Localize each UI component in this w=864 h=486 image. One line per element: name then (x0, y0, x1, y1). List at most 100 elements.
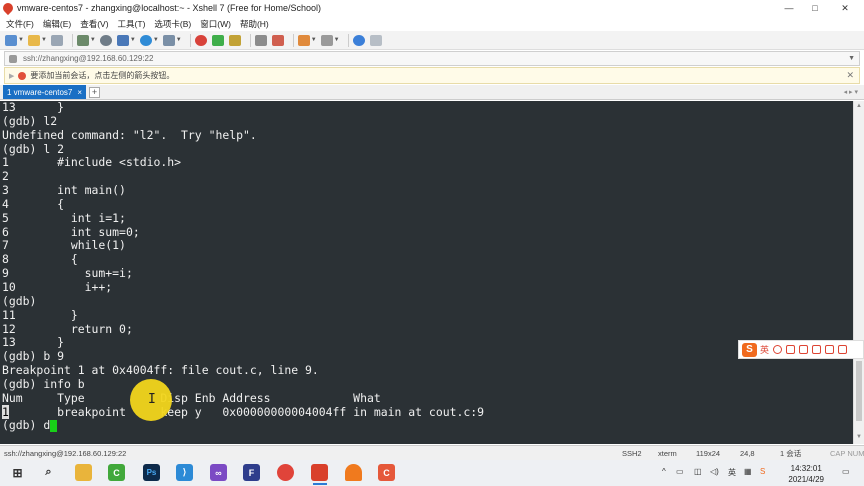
minimize-button[interactable]: — (776, 0, 802, 16)
ime-language[interactable]: 英 (760, 343, 769, 356)
layout-dropdown-icon[interactable]: ▼ (311, 37, 317, 43)
highlight-icon[interactable] (271, 34, 284, 46)
windows-taskbar: ⊞ ⌕ C Ps ⟩ ∞ F C ^ ▭ ◫ ◁) 英 ▦ S 14:32:01… (0, 460, 864, 486)
xftp-icon[interactable] (194, 34, 207, 46)
transfer-icon[interactable] (116, 34, 129, 46)
scrollbar-thumb[interactable] (856, 361, 862, 421)
globe-dropdown-icon[interactable]: ▼ (153, 37, 159, 43)
scroll-up-icon[interactable]: ▲ (856, 103, 862, 109)
user-icon[interactable] (345, 464, 362, 481)
menu-file[interactable]: 文件(F) (6, 18, 34, 30)
new-tab-icon[interactable] (76, 34, 89, 46)
scroll-down-icon[interactable]: ▼ (856, 434, 862, 440)
menu-tabs[interactable]: 选项卡(B) (154, 18, 191, 30)
notice-text: 要添加当前会话，点击左侧的箭头按钮。 (30, 71, 175, 80)
terminal-line: Num Type Disp Enb Address What (2, 390, 381, 405)
terminal-line: 13 } (2, 101, 64, 114)
find-icon[interactable] (99, 34, 112, 46)
record-icon[interactable] (211, 34, 224, 46)
menu-window[interactable]: 窗口(W) (200, 18, 231, 30)
transfer-dropdown-icon[interactable]: ▼ (130, 37, 136, 43)
qt-creator-icon[interactable]: C (108, 464, 125, 481)
menu-edit[interactable]: 编辑(E) (43, 18, 71, 30)
add-tab-button[interactable]: + (89, 86, 101, 98)
active-app-indicator (313, 483, 327, 485)
battery-icon[interactable]: ▭ (676, 467, 684, 476)
tab-label: 1 vmware-centos7 (7, 87, 73, 97)
reconnect-icon[interactable] (50, 34, 63, 46)
compose-icon[interactable] (369, 34, 382, 46)
emoji-icon[interactable] (773, 345, 783, 354)
start-icon[interactable]: ⊞ (9, 464, 26, 481)
layout-icon[interactable] (297, 34, 310, 46)
menu-tools[interactable]: 工具(T) (118, 18, 146, 30)
terminal-line: 4 { (2, 196, 64, 211)
session-address-bar[interactable]: ssh://zhangxing@192.168.60.129:22 ▼ (4, 51, 860, 66)
keyboard-icon[interactable] (254, 34, 267, 46)
status-session: ssh://zhangxing@192.168.60.129:22 (4, 448, 127, 458)
open-dropdown-icon[interactable]: ▼ (41, 37, 47, 43)
fullscreen-icon[interactable] (320, 34, 333, 46)
menu-view[interactable]: 查看(V) (80, 18, 108, 30)
tray-language[interactable]: 英 (728, 467, 736, 478)
clock-time: 14:32:01 (790, 464, 822, 473)
tab-vmware-centos7[interactable]: 1 vmware-centos7 × (3, 85, 87, 99)
chevron-down-icon[interactable]: ▼ (848, 55, 855, 62)
toolbar-divider (249, 33, 251, 47)
terminal[interactable]: 13 } (gdb) l2 Undefined command: "l2". T… (0, 101, 853, 444)
close-button[interactable]: ✕ (832, 0, 858, 16)
maximize-button[interactable]: □ (802, 0, 828, 16)
script-icon[interactable] (162, 34, 175, 46)
tray-chevron-up-icon[interactable]: ^ (662, 467, 666, 476)
network-icon[interactable]: ◫ (694, 467, 702, 476)
menu-help[interactable]: 帮助(H) (240, 18, 269, 30)
ime-tray-icon[interactable]: S (760, 467, 765, 476)
volume-icon[interactable]: ◁) (710, 467, 719, 476)
terminal-line: Undefined command: "l2". Try "help". (2, 127, 257, 142)
tab-navigation[interactable]: ◂ ▸ ▾ (844, 88, 858, 96)
arrow-right-icon[interactable]: ▶ (9, 72, 14, 80)
clock[interactable]: 14:32:01 2021/4/29 (788, 463, 824, 485)
globe-icon[interactable] (139, 34, 152, 46)
close-icon[interactable]: ✕ (846, 70, 854, 81)
status-session-count: 1 会话 (780, 448, 802, 458)
file-explorer-icon[interactable] (75, 464, 92, 481)
status-caps-num: CAP NUM (830, 448, 864, 458)
photoshop-icon[interactable]: Ps (143, 464, 160, 481)
terminal-line: 7 while(1) (2, 238, 126, 253)
keyboard-icon[interactable] (799, 345, 809, 354)
app-f-icon[interactable]: F (243, 464, 260, 481)
tab-dropdown-icon[interactable]: ▼ (90, 37, 96, 43)
tab-close-icon[interactable]: × (77, 88, 82, 97)
xshell-icon[interactable] (311, 464, 328, 481)
terminal-scrollbar[interactable]: ▲ ▼ (853, 101, 864, 444)
visual-studio-icon[interactable]: ∞ (210, 464, 227, 481)
open-folder-icon[interactable] (27, 34, 40, 46)
terminal-line-breakpoint: 1 breakpoint keep y 0x00000000004004ff i… (0, 404, 853, 420)
vscode-icon[interactable]: ⟩ (176, 464, 193, 481)
new-session-icon[interactable] (5, 34, 17, 46)
help-icon[interactable] (352, 34, 365, 46)
search-icon[interactable]: ⌕ (40, 464, 57, 481)
clock-date: 2021/4/29 (788, 475, 824, 484)
status-terminal-type: xterm (658, 448, 677, 458)
app-c-icon[interactable]: C (378, 464, 395, 481)
text-cursor-icon: I (148, 392, 156, 407)
status-protocol: SSH2 (622, 448, 642, 458)
terminal-line: (gdb) (2, 293, 37, 308)
microphone-icon[interactable] (786, 345, 796, 354)
new-session-dropdown-icon[interactable]: ▼ (18, 37, 24, 43)
lock-icon[interactable] (228, 34, 241, 46)
toolbox-icon[interactable] (825, 345, 835, 354)
toolbar-divider (189, 33, 191, 47)
ime-toolbar[interactable]: S 英 (738, 340, 864, 359)
fullscreen-dropdown-icon[interactable]: ▼ (334, 37, 340, 43)
skin-icon[interactable] (812, 345, 822, 354)
notification-icon[interactable]: ▭ (842, 467, 850, 476)
script-dropdown-icon[interactable]: ▼ (176, 37, 182, 43)
title-bar: vmware-centos7 - zhangxing@localhost:~ -… (0, 0, 864, 16)
terminal-line: 10 i++; (2, 279, 113, 294)
chrome-icon[interactable] (277, 464, 294, 481)
user-icon[interactable] (838, 345, 848, 354)
calendar-icon[interactable]: ▦ (744, 467, 752, 476)
